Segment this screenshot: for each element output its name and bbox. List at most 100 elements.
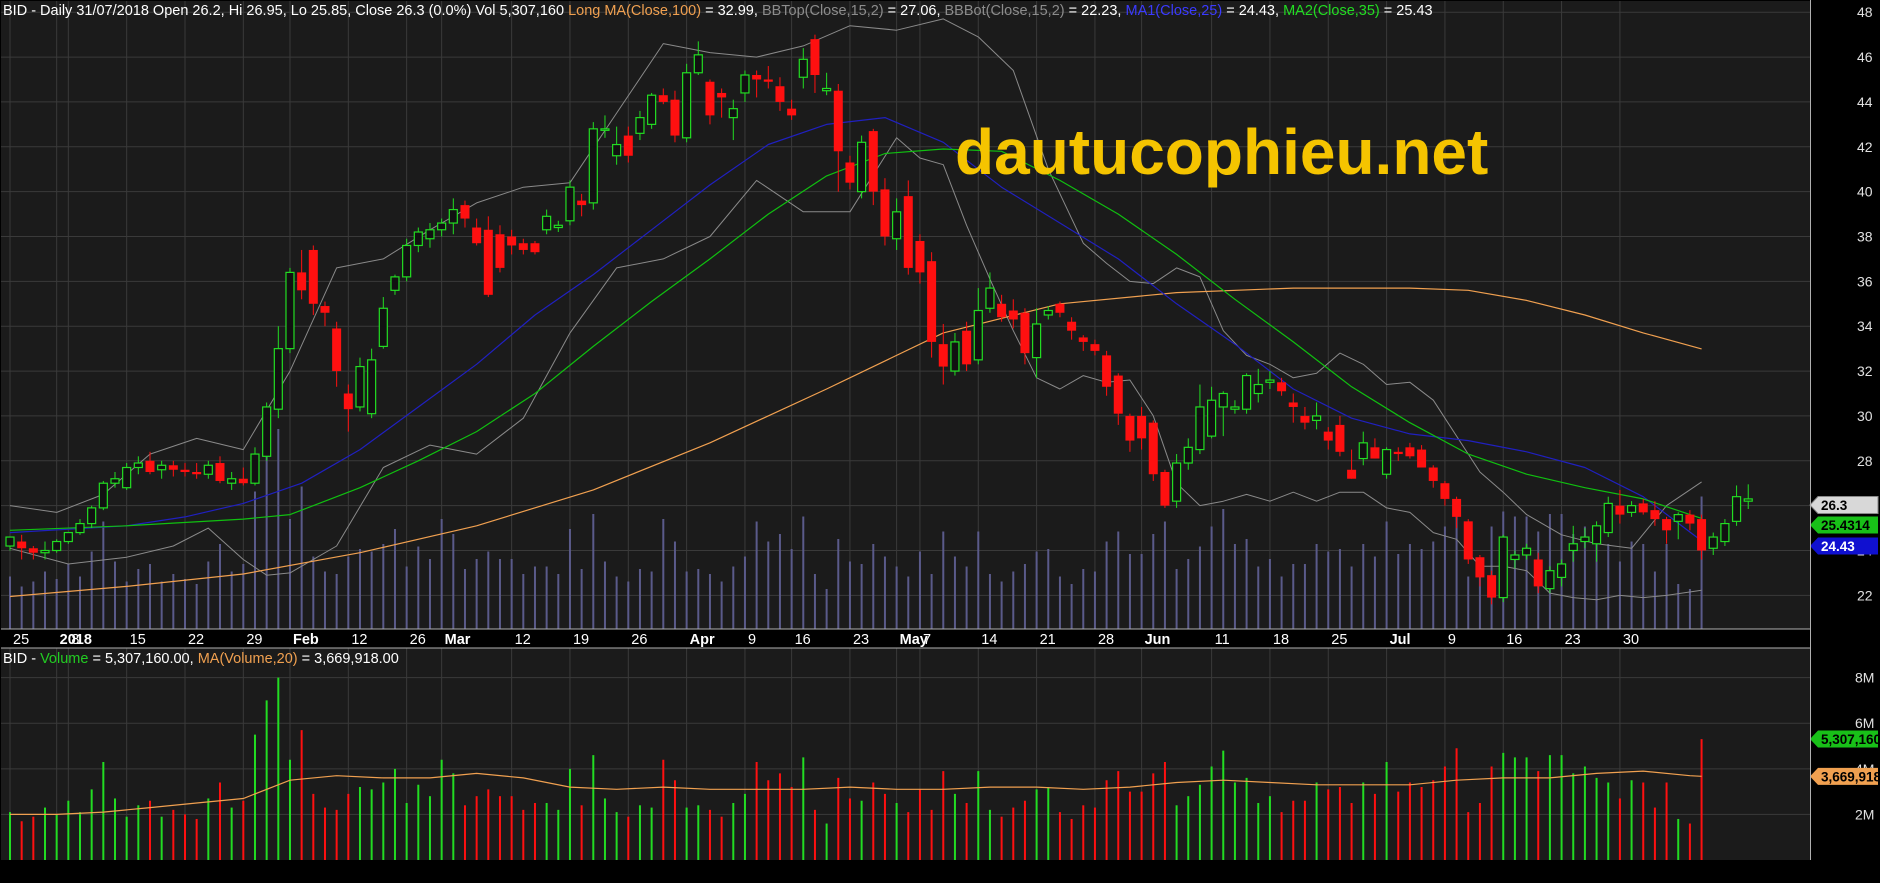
price-tick-label: 32 [1857,363,1873,379]
date-tick-label: 23 [853,632,869,648]
candle-up [985,287,995,309]
candle-down [705,81,715,116]
candle-down [180,469,190,472]
candle-down [1160,472,1170,506]
candle-down [1113,375,1123,414]
candle-up [612,143,622,157]
date-tick-label: 7 [923,632,931,648]
candle-up [1673,514,1683,522]
candle-up [1381,448,1392,475]
stock-chart: 22242628303234363840424446482M4M6M8M2520… [0,0,1880,878]
candle-down [145,460,155,472]
date-tick-label: 14 [981,632,997,648]
candle-down [962,330,972,365]
candle-up [63,531,73,543]
candle-up [110,478,120,484]
candle-down [192,472,202,475]
candle-up [1241,374,1252,410]
date-tick-label: 26 [410,632,426,648]
candle-down [1452,498,1462,517]
candle-down [1615,505,1625,515]
candle-down [472,227,482,244]
candle-up [542,215,552,231]
candle-down [1393,451,1403,455]
candle-up [1265,379,1275,383]
watermark: dautucophieu.net [955,116,1488,188]
candle-down [1277,382,1287,392]
candle-down [658,95,668,102]
ma2-value-tag: 25.4314 [1821,518,1870,533]
candle-down [332,328,342,372]
price-header: BID - Daily 31/07/2018 Open 26.2, Hi 26.… [3,3,1433,19]
candle-down [507,236,517,246]
candle-down [717,92,727,98]
candle-down [1288,402,1298,407]
candle-down [1067,321,1077,331]
date-tick-label: 25 [1331,632,1347,648]
candle-down [1125,415,1135,441]
candle-up [1603,502,1613,534]
candle-up [647,94,657,125]
candle-up [378,307,388,347]
candle-down [1428,467,1438,481]
candle-down [1020,312,1030,354]
date-tick-label: 30 [1623,632,1639,648]
ma1-value-tag: 24.43 [1821,539,1855,554]
candle-down [297,272,307,291]
volume-header: BID - Volume = 5,307,160.00, MA(Volume,2… [3,651,399,667]
candle-up [950,341,960,372]
candle-down [1697,519,1707,551]
volume-value-tag: 5,307,160 [1821,732,1880,747]
date-tick-label: 9 [1448,632,1456,648]
candle-down [752,75,762,80]
candle-down [915,240,925,273]
date-tick-label: Apr [690,632,715,648]
candle-up [857,141,867,193]
candle-up [355,365,365,408]
date-tick-label: Jun [1145,632,1171,648]
candle-down [168,465,178,470]
candle-up [588,128,598,204]
candle-down [215,463,225,481]
header-segment: BBTop(Close,15,2) [762,3,884,19]
candle-up [1206,399,1217,437]
candle-down [623,135,633,156]
date-tick-label: 8 [71,632,79,648]
date-tick-label: 11 [1215,632,1230,648]
volume-tick-label: 6M [1855,715,1874,731]
date-tick-label: 15 [130,632,146,648]
candle-up [285,271,295,350]
candle-up [1171,462,1182,502]
candle-down [903,196,913,268]
candle-down [308,249,318,304]
candle-up [1521,547,1532,556]
date-tick-label: 25 [13,632,29,648]
header-segment: = 22.23, [1065,3,1126,19]
header-segment: = 3,669,918.00 [298,651,399,667]
volume-tick-label: 8M [1855,670,1874,686]
date-tick-label: 16 [1506,632,1522,648]
candle-up [1230,406,1240,410]
date-tick-label: 12 [351,632,367,648]
candle-up [565,186,575,222]
candle-up [1626,505,1637,513]
date-tick-label: 19 [573,632,589,648]
candle-down [880,189,890,237]
date-tick-label: 26 [631,632,647,648]
candle-down [1417,449,1427,468]
candle-up [52,540,62,552]
candle-down [28,548,38,553]
candle-down [1137,415,1147,439]
candle-up [75,522,85,534]
price-tick-label: 28 [1857,453,1873,469]
date-tick-label: 28 [1098,632,1114,648]
candle-up [1510,554,1520,561]
candle-up [1218,392,1228,408]
candle-up [250,453,260,484]
header-segment: BID - [3,651,40,667]
volume-ma-value-tag: 3,669,918 [1821,769,1880,784]
candle-down [1102,355,1112,387]
candle-up [798,58,808,78]
candle-up [1731,496,1742,522]
candle-down [1475,557,1485,578]
